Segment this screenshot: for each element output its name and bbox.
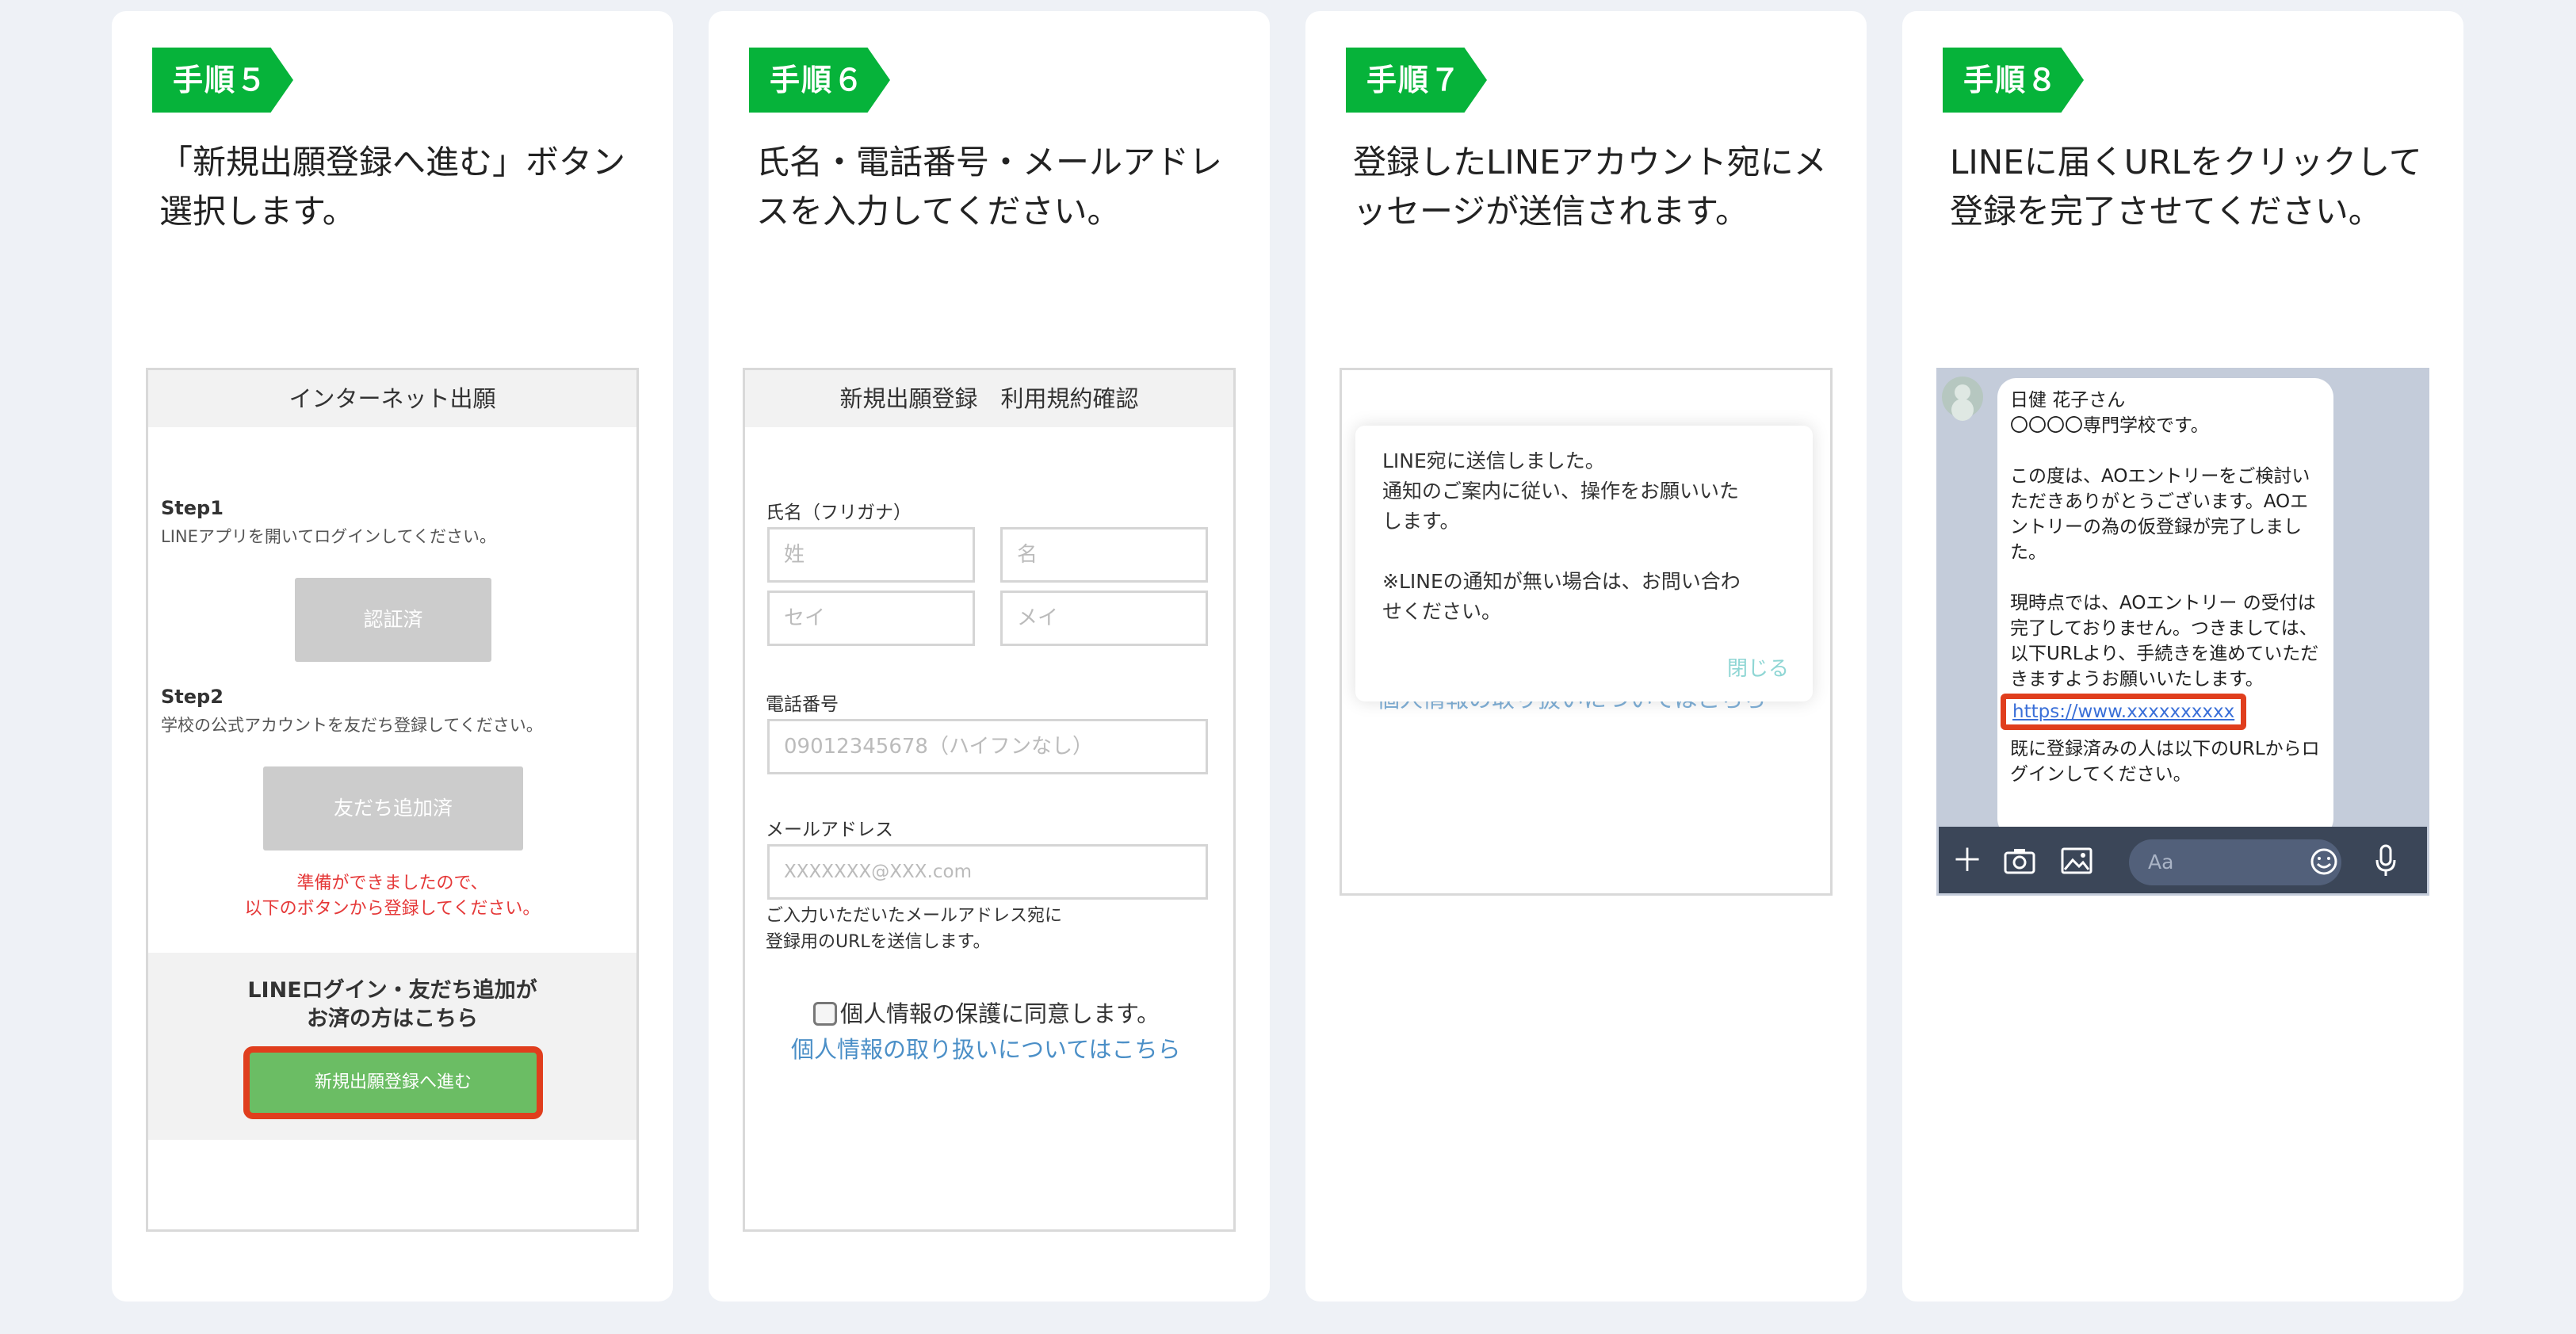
phone-input[interactable]: 09012345678（ハイフンなし） [767, 719, 1208, 774]
name-label: 氏名（フリガナ） [766, 503, 912, 523]
step8-screenshot: 日健 花子さん 〇〇〇〇専門学校です。 この度は、AOエントリーをご検討いただき… [1936, 368, 2429, 896]
step7-card: 手順７ 登録したLINEアカウント宛にメッセージが送信されます。 個人情報の取り… [1305, 11, 1867, 1302]
ready-notice-line1: 準備ができましたので、 [296, 873, 488, 893]
step8-description: LINEに届くURLをクリックして登録を完了させてください。 [1950, 143, 2422, 231]
step7-description: 登録したLINEアカウント宛にメッセージが送信されます。 [1353, 143, 1827, 231]
step6-card: 手順６ 氏名・電話番号・メールアドレスを入力してください。 新規出願登録 利用規… [709, 11, 1270, 1302]
screen5-header: インターネット出願 [148, 370, 636, 427]
dialog-line5: せください。 [1382, 600, 1502, 623]
step5-description: 「新規出願登録へ進む」ボタン選択します。 [159, 143, 626, 231]
phone-label: 電話番号 [766, 694, 839, 715]
step2-title: Step2 [161, 686, 224, 708]
step5-screenshot: インターネット出願 Step1 LINEアプリを開いてログインしてください。 認… [146, 368, 639, 1232]
first-name-input[interactable]: 名 [1000, 527, 1208, 583]
step5-badge: 手順５ [152, 48, 293, 113]
step1-title: Step1 [161, 497, 224, 519]
first-name-kana-input[interactable]: メイ [1000, 591, 1208, 646]
step6-description: 氏名・電話番号・メールアドレスを入力してください。 [756, 143, 1223, 231]
sent-dialog: LINE宛に送信しました。 通知のご案内に従い、操作をお願いいた します。 ※L… [1355, 426, 1813, 701]
dialog-line2: 通知のご案内に従い、操作をお願いいた [1382, 480, 1740, 503]
microphone-icon[interactable] [2375, 844, 2397, 885]
dialog-line1: LINE宛に送信しました。 [1382, 449, 1605, 472]
ready-notice-line2: 以下のボタンから登録してください。 [244, 899, 541, 919]
friend-added-button[interactable]: 友だち追加済 [263, 766, 523, 850]
dialog-line4: ※LINEの通知が無い場合は、お問い合わ [1382, 570, 1741, 593]
msg-thanks: この度は、AOエントリーをご検討いただきありがとうございます。AOエントリーの為… [2010, 466, 2310, 563]
login-text-line2: お済の方はこちら [307, 1007, 478, 1031]
camera-icon[interactable] [2004, 846, 2035, 882]
msg-login: 既に登録済みの人は以下のURLからログインしてください。 [2010, 739, 2320, 785]
dialog-line3: します。 [1382, 510, 1460, 533]
step5-card: 手順５ 「新規出願登録へ進む」ボタン選択します。 インターネット出願 Step1… [112, 11, 673, 1302]
step8-badge: 手順８ [1943, 48, 2084, 113]
step2-desc: 学校の公式アカウントを友だち登録してください。 [161, 716, 543, 735]
step6-badge: 手順６ [749, 48, 890, 113]
step6-screenshot: 新規出願登録 利用規約確認 氏名（フリガナ） 姓 名 セイ メイ 電話番号 09… [743, 368, 1236, 1232]
consent-checkbox[interactable] [813, 1002, 837, 1026]
email-label: メールアドレス [766, 820, 893, 840]
dialog-close-button[interactable]: 閉じる [1727, 654, 1789, 684]
auth-button[interactable]: 認証済 [295, 578, 491, 662]
msg-status: 現時点では、AOエントリー の受付は完了しておりません。つきましては、以下URL… [2010, 593, 2319, 690]
last-name-input[interactable]: 姓 [767, 527, 975, 583]
screen6-header: 新規出願登録 利用規約確認 [745, 370, 1233, 427]
emoji-icon[interactable] [2310, 847, 2338, 884]
plus-icon[interactable]: ＋ [1951, 843, 1983, 879]
account-avatar-icon [1942, 377, 1983, 418]
registration-url-link[interactable]: https://www.xxxxxxxxxx [2001, 694, 2247, 730]
step7-screenshot: 個人情報の取り扱いについてはこちら LINE宛に送信しました。 通知のご案内に従… [1340, 368, 1833, 896]
msg-name: 日健 花子さん [2010, 390, 2126, 411]
step7-badge: 手順７ [1346, 48, 1487, 113]
login-text-line1: LINEログイン・友だち追加が [247, 978, 537, 1003]
email-note-line2: 登録用のURLを送信します。 [766, 932, 991, 952]
step1-desc: LINEアプリを開いてログインしてください。 [161, 527, 496, 546]
new-registration-button[interactable]: 新規出願登録へ進む [243, 1046, 543, 1119]
image-icon[interactable] [2061, 846, 2093, 882]
line-input-bar: ＋ Aa [1939, 827, 2427, 893]
login-box: LINEログイン・友だち追加が お済の方はこちら 新規出願登録へ進む [148, 953, 636, 1140]
msg-school: 〇〇〇〇専門学校です。 [2010, 415, 2209, 436]
email-input[interactable]: XXXXXXX@XXX.com [767, 844, 1208, 900]
step8-card: 手順８ LINEに届くURLをクリックして登録を完了させてください。 日健 花子… [1902, 11, 2463, 1302]
line-message-bubble: 日健 花子さん 〇〇〇〇専門学校です。 この度は、AOエントリーをご検討いただき… [1997, 378, 2333, 838]
consent-label: 個人情報の保護に同意します。 [840, 1000, 1160, 1027]
last-name-kana-input[interactable]: セイ [767, 591, 975, 646]
privacy-link[interactable]: 個人情報の取り扱いについてはこちら [791, 1031, 1181, 1065]
email-note-line1: ご入力いただいたメールアドレス宛に [766, 906, 1063, 926]
consent-checkbox-row[interactable]: 個人情報の保護に同意します。 [813, 996, 1160, 1029]
